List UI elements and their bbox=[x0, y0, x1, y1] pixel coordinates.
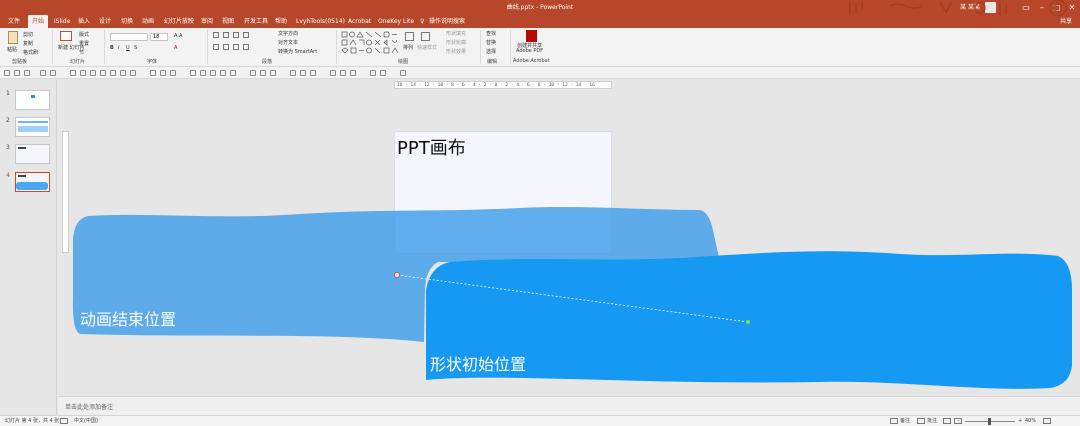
zoom-level[interactable]: 40% bbox=[1025, 416, 1036, 426]
notes-placeholder[interactable]: 单击此处添加备注 bbox=[65, 402, 113, 411]
notes-icon[interactable] bbox=[890, 418, 898, 424]
shapes-layer bbox=[72, 207, 1072, 389]
motion-path-start-marker[interactable] bbox=[746, 320, 750, 324]
language-indicator[interactable]: 中文(中国) bbox=[74, 416, 98, 426]
motion-path-end-marker[interactable] bbox=[394, 272, 400, 278]
normal-view-icon[interactable] bbox=[943, 418, 951, 424]
status-bar: 幻灯片 第 4 张，共 4 张 中文(中国) 备注 批注 – + 40% bbox=[0, 415, 1080, 426]
zoom-out-button[interactable]: – bbox=[957, 416, 960, 426]
spellcheck-icon[interactable] bbox=[60, 418, 68, 424]
slide-count: 幻灯片 第 4 张，共 4 张 bbox=[5, 418, 60, 424]
start-position-label[interactable]: 形状初始位置 bbox=[430, 351, 526, 375]
notes-pane[interactable]: 单击此处添加备注 bbox=[58, 396, 1080, 415]
zoom-in-button[interactable]: + bbox=[1018, 416, 1022, 426]
comments-icon[interactable] bbox=[917, 418, 925, 424]
notes-button[interactable]: 备注 bbox=[900, 416, 910, 426]
comments-button[interactable]: 批注 bbox=[927, 416, 937, 426]
fit-slide-icon[interactable] bbox=[1043, 418, 1051, 424]
zoom-slider-thumb[interactable] bbox=[988, 418, 991, 425]
end-position-label[interactable]: 动画结束位置 bbox=[80, 306, 176, 330]
